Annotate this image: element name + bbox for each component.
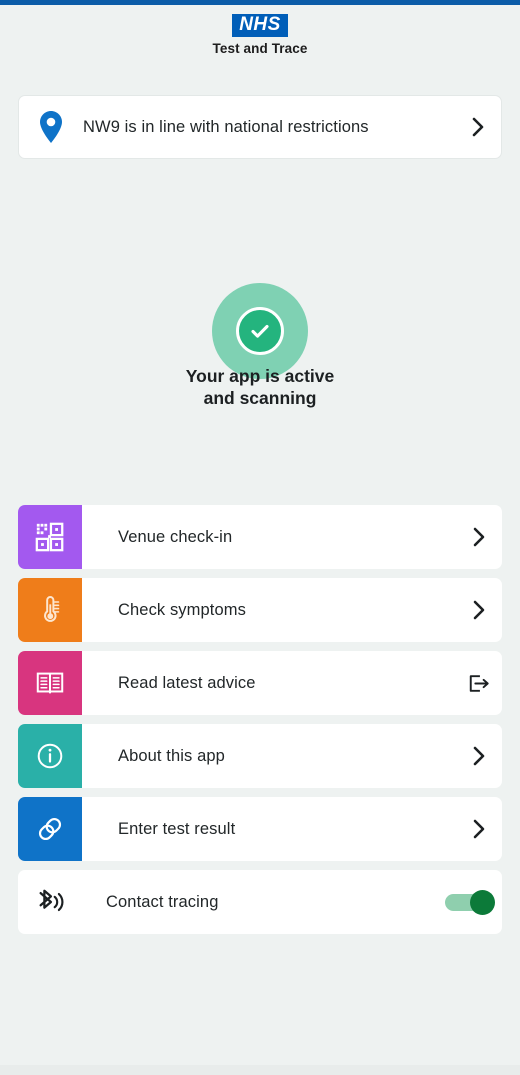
chevron-right-icon bbox=[456, 818, 502, 840]
status-text: Your app is active and scanning bbox=[0, 365, 520, 409]
status-line-2: and scanning bbox=[203, 388, 317, 408]
menu-item-read-latest-advice[interactable]: Read latest advice bbox=[18, 651, 502, 715]
local-restrictions-card[interactable]: NW9 is in line with national restriction… bbox=[18, 95, 502, 159]
menu-item-venue-check-in[interactable]: Venue check-in bbox=[18, 505, 502, 569]
chevron-right-icon bbox=[456, 745, 502, 767]
bluetooth-icon bbox=[18, 870, 82, 934]
app-subtitle: Test and Trace bbox=[212, 41, 308, 56]
qr-code-icon bbox=[18, 505, 82, 569]
local-restrictions-label: NW9 is in line with national restriction… bbox=[83, 117, 369, 136]
menu-item-label: Check symptoms bbox=[118, 600, 246, 619]
toggle-thumb bbox=[470, 890, 495, 915]
toggle-switch-on[interactable] bbox=[445, 890, 495, 915]
menu-item-label: Contact tracing bbox=[106, 892, 219, 911]
bottom-edge-bar bbox=[0, 1065, 520, 1075]
contact-tracing-toggle[interactable] bbox=[438, 890, 502, 915]
menu-list: Venue check-in Check symptoms Read lates… bbox=[18, 505, 502, 943]
menu-item-contact-tracing[interactable]: Contact tracing bbox=[18, 870, 502, 934]
open-book-icon bbox=[18, 651, 82, 715]
chevron-right-icon bbox=[456, 599, 502, 621]
app-status: Your app is active and scanning bbox=[0, 283, 520, 409]
thermometer-icon bbox=[18, 578, 82, 642]
link-chain-icon bbox=[18, 797, 82, 861]
menu-item-label: Read latest advice bbox=[118, 673, 256, 692]
menu-item-enter-test-result[interactable]: Enter test result bbox=[18, 797, 502, 861]
menu-item-about-this-app[interactable]: About this app bbox=[18, 724, 502, 788]
menu-item-label: Venue check-in bbox=[118, 527, 233, 546]
external-link-icon bbox=[456, 674, 502, 693]
chevron-right-icon bbox=[456, 526, 502, 548]
check-circle-icon bbox=[236, 307, 284, 355]
nhs-logo: NHS bbox=[232, 14, 288, 37]
app-screen: NHS Test and Trace NW9 is in line with n… bbox=[0, 0, 520, 1075]
map-pin-icon bbox=[37, 110, 65, 144]
menu-item-label: Enter test result bbox=[118, 819, 236, 838]
menu-item-check-symptoms[interactable]: Check symptoms bbox=[18, 578, 502, 642]
info-circle-icon bbox=[18, 724, 82, 788]
menu-item-label: About this app bbox=[118, 746, 225, 765]
status-bar bbox=[0, 0, 520, 5]
status-line-1: Your app is active bbox=[185, 366, 335, 386]
app-header: NHS Test and Trace bbox=[0, 14, 520, 56]
chevron-right-icon bbox=[471, 116, 485, 138]
